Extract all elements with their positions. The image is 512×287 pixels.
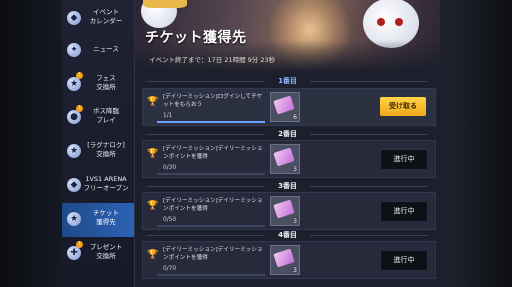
sidebar-item-label: フェス 交換所 [96, 74, 116, 91]
sidebar-item-boss-play[interactable]: ● ! ボス降臨 プレイ [62, 101, 134, 135]
progress-bar [157, 274, 265, 276]
trophy-icon: 🏆 [147, 250, 159, 260]
page-title: チケット獲得先 [145, 30, 247, 46]
in-progress-button[interactable]: 進行中 [380, 201, 428, 222]
left-backdrop [0, 0, 68, 287]
mission-row: 🏆 [デイリーミッション]デイリーミッションポイントを獲得 0/30 3 進行中 [142, 140, 436, 178]
mission-heading: 4番目 [135, 230, 440, 240]
claim-button[interactable]: 受け取る [380, 97, 426, 116]
sidebar-item-fes-exchange[interactable]: ★ ! フェス 交換所 [62, 68, 134, 102]
reward-slot[interactable]: 3 [270, 196, 300, 226]
reward-count: 3 [293, 218, 297, 225]
mascot-illustration [141, 0, 187, 28]
event-remaining-time: イベント終了まで：17日 21時間 9分 23秒 [149, 56, 276, 64]
ticket-icon [273, 147, 295, 167]
sidebar-item-label: [ラグナロク] 交換所 [87, 141, 125, 158]
reward-count: 3 [293, 166, 297, 173]
ticket-icon [273, 248, 295, 268]
trophy-icon: 🏆 [147, 201, 159, 211]
reward-slot[interactable]: 3 [270, 245, 300, 275]
progress-bar [157, 225, 265, 227]
progress-bar [157, 173, 265, 175]
mission-progress: 0/30 [163, 165, 177, 171]
mascot-eye [377, 18, 385, 26]
hat-illustration [143, 0, 187, 8]
sidebar-item-label: ボス降臨 プレイ [93, 107, 119, 124]
mission-progress: 1/1 [163, 113, 173, 119]
sidebar-item-event-calendar[interactable]: ◆ イベント カレンダー [62, 2, 134, 36]
in-progress-button[interactable]: 進行中 [380, 250, 428, 271]
mission-description: [デイリーミッション]ログインしてチケットをもらおう [163, 94, 263, 108]
mission-heading: 2番目 [135, 129, 440, 139]
boss-icon: ● [67, 110, 81, 124]
ticket-icon: ★ [67, 212, 81, 226]
mission-progress: 0/50 [163, 217, 177, 223]
event-sidebar: ◆ イベント カレンダー ✦ ニュース ★ ! フェス 交換所 ● ! ボス降臨… [62, 0, 135, 287]
trophy-icon: 🏆 [147, 97, 159, 107]
right-backdrop [440, 0, 512, 287]
ragnarok-icon: ★ [67, 144, 81, 158]
sidebar-item-label: チケット 獲得先 [93, 209, 119, 226]
sidebar-item-ragnarok-exchange[interactable]: ★ [ラグナロク] 交換所 [62, 135, 134, 169]
mission-description: [デイリーミッション]デイリーミッションポイントを獲得 [163, 247, 263, 261]
sidebar-item-news[interactable]: ✦ ニュース [62, 34, 134, 68]
sidebar-item-label: 1VS1 ARENA フリーオープン [83, 175, 129, 192]
mission-description: [デイリーミッション]デイリーミッションポイントを獲得 [163, 146, 263, 160]
mascot-eye [395, 18, 403, 26]
reward-count: 3 [293, 267, 297, 274]
sidebar-item-ticket-source[interactable]: ★ チケット 獲得先 [62, 203, 134, 237]
reward-count: 6 [293, 114, 297, 121]
reward-slot[interactable]: 3 [270, 144, 300, 174]
ticket-icon [273, 95, 295, 115]
news-icon: ✦ [67, 43, 81, 57]
reward-slot[interactable]: 6 [270, 92, 300, 122]
sidebar-item-present-exchange[interactable]: ✚ ! プレゼント 交換所 [62, 237, 134, 271]
mission-heading: 1番目 [135, 76, 440, 86]
mission-description: [デイリーミッション]デイリーミッションポイントを獲得 [163, 198, 263, 212]
mission-progress: 0/70 [163, 266, 177, 272]
fes-icon: ★ [67, 77, 81, 91]
progress-bar [157, 121, 265, 123]
arena-icon: ◆ [67, 178, 81, 192]
mission-heading: 3番目 [135, 181, 440, 191]
sidebar-item-label: イベント カレンダー [89, 8, 123, 25]
in-progress-button[interactable]: 進行中 [380, 149, 428, 170]
mission-row: 🏆 [デイリーミッション]ログインしてチケットをもらおう 1/1 6 受け取る [142, 88, 436, 126]
ticket-source-panel: チケット獲得先 イベント終了まで：17日 21時間 9分 23秒 1番目 🏆 [… [135, 0, 440, 287]
ticket-icon [273, 199, 295, 219]
sidebar-item-arena-free-open[interactable]: ◆ 1VS1 ARENA フリーオープン [62, 169, 134, 203]
present-icon: ✚ [67, 246, 81, 260]
mission-row: 🏆 [デイリーミッション]デイリーミッションポイントを獲得 0/70 3 進行中 [142, 241, 436, 279]
trophy-icon: 🏆 [147, 149, 159, 159]
sidebar-item-label: プレゼント 交換所 [89, 243, 123, 260]
sidebar-item-label: ニュース [93, 45, 119, 53]
progress-fill [157, 121, 265, 123]
mission-row: 🏆 [デイリーミッション]デイリーミッションポイントを獲得 0/50 3 進行中 [142, 192, 436, 230]
calendar-icon: ◆ [67, 11, 81, 25]
event-banner: チケット獲得先 イベント終了まで：17日 21時間 9分 23秒 [135, 0, 440, 72]
